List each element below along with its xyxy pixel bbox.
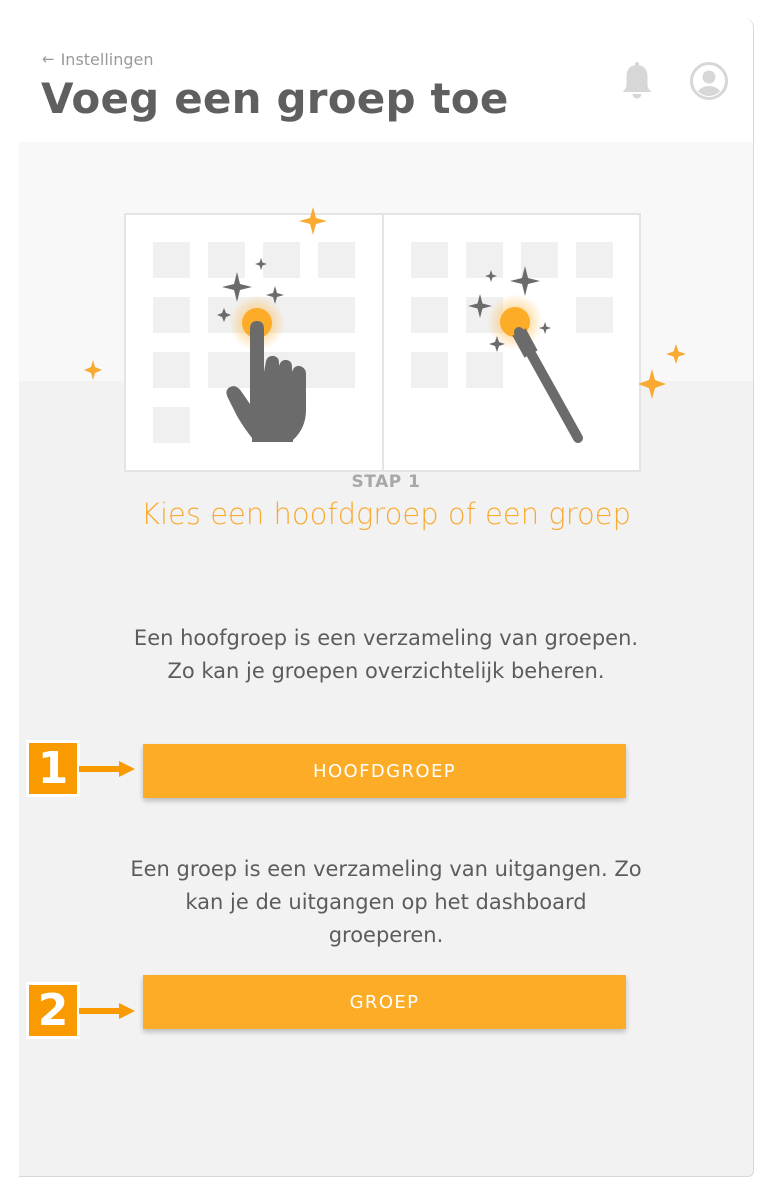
- group-description: Een groep is een verzameling van uitgang…: [130, 857, 642, 947]
- bell-icon[interactable]: [619, 62, 655, 102]
- arrow-left-icon: ←: [42, 50, 55, 68]
- app-window: ← Instellingen Voeg een groep toe STAP 1…: [19, 18, 754, 1177]
- step-marker-1: 1: [26, 740, 80, 797]
- user-icon[interactable]: [689, 61, 729, 101]
- back-link[interactable]: ← Instellingen: [42, 50, 154, 69]
- main-group-button[interactable]: HOOFDGROEP: [143, 744, 626, 798]
- arrow-right-icon: [79, 1003, 135, 1019]
- main-group-description: Een hoofgroep is een verzameling van gro…: [133, 626, 639, 683]
- step-title: Kies een hoofdgroep of een groep: [140, 497, 632, 531]
- step-label: STAP 1: [351, 472, 421, 492]
- manual-select-panel: [124, 213, 384, 472]
- wizard-illustration: [84, 207, 686, 472]
- page-title: Voeg een groep toe: [41, 74, 509, 123]
- back-link-label: Instellingen: [60, 50, 154, 69]
- magic-wand-panel: [382, 213, 641, 472]
- arrow-right-icon: [79, 761, 135, 777]
- step-marker-2: 2: [26, 982, 80, 1039]
- page-header: ← Instellingen Voeg een groep toe: [19, 18, 753, 142]
- group-button[interactable]: GROEP: [143, 975, 626, 1029]
